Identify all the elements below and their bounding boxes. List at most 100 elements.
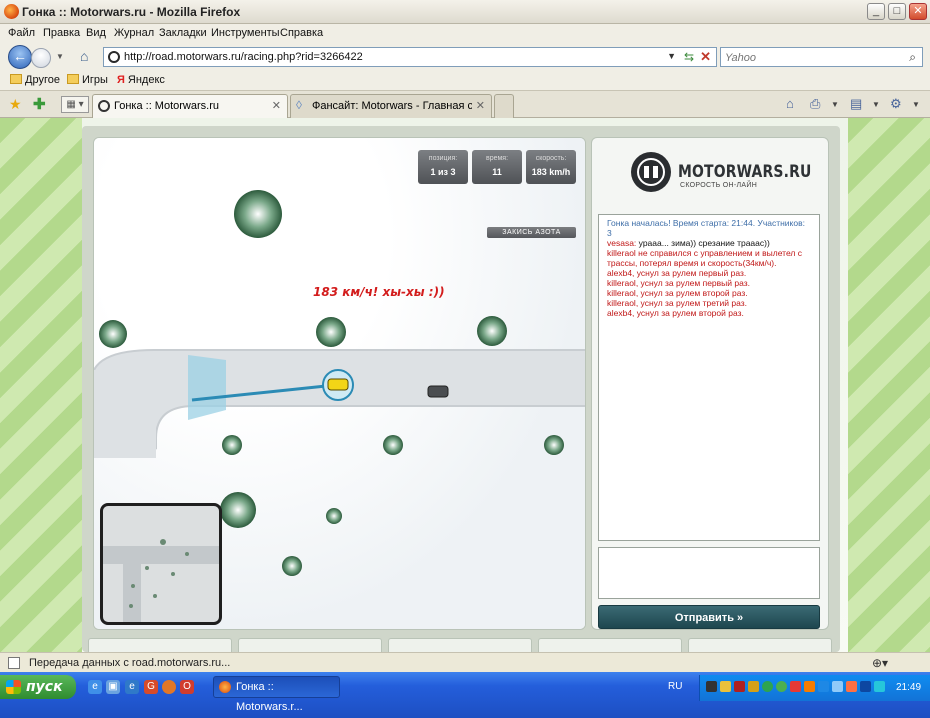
- opera-icon[interactable]: O: [180, 680, 194, 694]
- gear-icon[interactable]: ⚙: [890, 96, 902, 112]
- menu-tools[interactable]: Инструменты: [211, 27, 280, 39]
- add-icon[interactable]: ✚: [33, 95, 46, 113]
- navigation-bar: ← ▼ ⌂ http://road.motorwars.ru/racing.ph…: [0, 43, 930, 71]
- tray-icon[interactable]: [748, 681, 759, 692]
- bookmark-games[interactable]: Игры: [67, 74, 108, 86]
- chat-line: killeraol не справился с управлением и в…: [607, 248, 802, 268]
- tab-list-button[interactable]: ▦ ▾: [61, 96, 89, 113]
- tray-icon[interactable]: [734, 681, 745, 692]
- page-dropdown-icon[interactable]: ▼: [872, 100, 880, 109]
- chat-line: alexb4, уснул за рулем первый раз.: [607, 268, 747, 278]
- ie-alt-icon[interactable]: e: [125, 680, 139, 694]
- menu-help[interactable]: Справка: [280, 27, 323, 39]
- bottom-tab[interactable]: [688, 638, 832, 652]
- tray-icon[interactable]: [874, 681, 885, 692]
- hud-position-label: позиция:: [428, 155, 458, 162]
- history-dropdown-icon[interactable]: ▼: [56, 52, 64, 61]
- tray-icon[interactable]: [818, 681, 829, 692]
- menu-file[interactable]: Файл: [8, 27, 35, 39]
- star-icon[interactable]: ★: [9, 96, 22, 113]
- menu-edit[interactable]: Правка: [43, 27, 80, 39]
- chat-line: alexb4, уснул за рулем второй раз.: [607, 308, 744, 318]
- desktop-icon[interactable]: ▣: [106, 680, 120, 694]
- decoration-right: [848, 118, 930, 652]
- send-button[interactable]: Отправить »: [598, 605, 820, 629]
- home-icon[interactable]: ⌂: [80, 49, 96, 63]
- back-button[interactable]: ←: [8, 45, 32, 69]
- page-status-icon: [8, 657, 20, 669]
- taskbar-item-firefox[interactable]: Гонка :: Motorwars.r...: [213, 676, 340, 713]
- chat-line: killeraol, уснул за рулем первый раз.: [607, 278, 751, 288]
- home-tab-icon[interactable]: ⌂: [786, 96, 794, 111]
- mozilla-icon: ◊: [296, 98, 302, 112]
- tab-label: Гонка :: Motorwars.ru: [114, 100, 219, 112]
- bottom-tabs: [88, 638, 832, 652]
- chat-nick: vesasa:: [607, 238, 637, 248]
- menu-history[interactable]: Журнал: [114, 27, 154, 39]
- forward-button[interactable]: [31, 48, 51, 68]
- menu-bookmarks[interactable]: Закладки: [159, 27, 207, 39]
- url-text[interactable]: http://road.motorwars.ru/racing.php?rid=…: [124, 51, 363, 63]
- bottom-tab[interactable]: [538, 638, 682, 652]
- player-car: [327, 378, 349, 391]
- firefox-icon: [219, 681, 231, 693]
- page-icon[interactable]: ▤: [850, 96, 862, 112]
- close-tab-icon[interactable]: ✕: [476, 99, 485, 112]
- bookmark-other[interactable]: Другое: [10, 74, 60, 86]
- speed-message: 183 км/ч! хы-хы :)): [313, 285, 445, 299]
- zoom-icon[interactable]: ⊕▾: [872, 656, 888, 670]
- hud-time-value: 11: [492, 167, 502, 177]
- hud-position-value: 1 из 3: [430, 167, 456, 177]
- tray-icon[interactable]: [776, 681, 787, 692]
- address-bar[interactable]: http://road.motorwars.ru/racing.php?rid=…: [103, 47, 717, 67]
- direction-cone: [188, 355, 226, 420]
- print-dropdown-icon[interactable]: ▼: [831, 100, 839, 109]
- chat-text: урааа... зима)) срезание трааас)): [636, 238, 770, 248]
- minimize-button[interactable]: _: [867, 3, 885, 20]
- taskbar: пуск e ▣ e G O Гонка :: Motorwars.r... R…: [0, 672, 930, 718]
- bookmark-label: Яндекс: [127, 74, 165, 86]
- close-button[interactable]: ✕: [909, 3, 927, 20]
- language-indicator[interactable]: RU: [668, 681, 682, 692]
- new-tab-button[interactable]: [494, 94, 514, 118]
- tray-icon[interactable]: [804, 681, 815, 692]
- tab-bar: ★ ✚ ▦ ▾ Гонка :: Motorwars.ru ✕ ◊ Фансай…: [0, 91, 930, 119]
- status-text: Передача данных с road.motorwars.ru...: [29, 657, 231, 669]
- bookmark-label: Другое: [25, 74, 60, 86]
- print-icon[interactable]: ⎙: [810, 96, 820, 112]
- tray-icon[interactable]: [860, 681, 871, 692]
- taskbar-item-label: Гонка :: Motorwars.r...: [236, 681, 303, 713]
- search-input[interactable]: [725, 50, 895, 65]
- tab-race[interactable]: Гонка :: Motorwars.ru ✕: [92, 94, 288, 119]
- menu-view[interactable]: Вид: [86, 27, 106, 39]
- url-dropdown-icon[interactable]: ▼: [667, 51, 676, 61]
- bottom-tab[interactable]: [238, 638, 382, 652]
- race-game[interactable]: позиция: 1 из 3 время: 11 скорость: 183 …: [93, 137, 586, 630]
- bottom-tab[interactable]: [388, 638, 532, 652]
- tray-icon[interactable]: [790, 681, 801, 692]
- tray-icon[interactable]: [706, 681, 717, 692]
- nitro-button[interactable]: ЗАКИСЬ АЗОТА: [487, 227, 576, 238]
- firefox-quicklaunch-icon[interactable]: [162, 680, 176, 694]
- search-icon[interactable]: ⌕: [909, 50, 916, 65]
- chat-message-input[interactable]: [598, 547, 820, 599]
- tools-dropdown-icon[interactable]: ▼: [912, 100, 920, 109]
- tab-fansite[interactable]: ◊ Фансайт: Motorwars - Главная стр... ✕: [290, 94, 492, 118]
- chat-line: Гонка началась! Время старта: 21:44. Уча…: [607, 218, 805, 238]
- bottom-tab[interactable]: [88, 638, 232, 652]
- start-button[interactable]: пуск: [0, 675, 76, 699]
- ie-icon[interactable]: e: [88, 680, 102, 694]
- hud-time: время: 11: [472, 150, 522, 184]
- tray-icon[interactable]: [832, 681, 843, 692]
- close-tab-icon[interactable]: ✕: [272, 99, 281, 112]
- status-bar: Передача данных с road.motorwars.ru... ⊕…: [0, 652, 930, 672]
- maximize-button[interactable]: □: [888, 3, 906, 20]
- tray-icon[interactable]: [846, 681, 857, 692]
- tray-icon[interactable]: [762, 681, 773, 692]
- stop-icon[interactable]: ✕: [700, 49, 711, 65]
- tray-icon[interactable]: [720, 681, 731, 692]
- app-icon[interactable]: G: [144, 680, 158, 694]
- bookmark-yandex[interactable]: Я Яндекс: [117, 74, 165, 86]
- reload-icon[interactable]: ⇆: [684, 50, 694, 64]
- search-bar[interactable]: ⌕: [720, 47, 923, 67]
